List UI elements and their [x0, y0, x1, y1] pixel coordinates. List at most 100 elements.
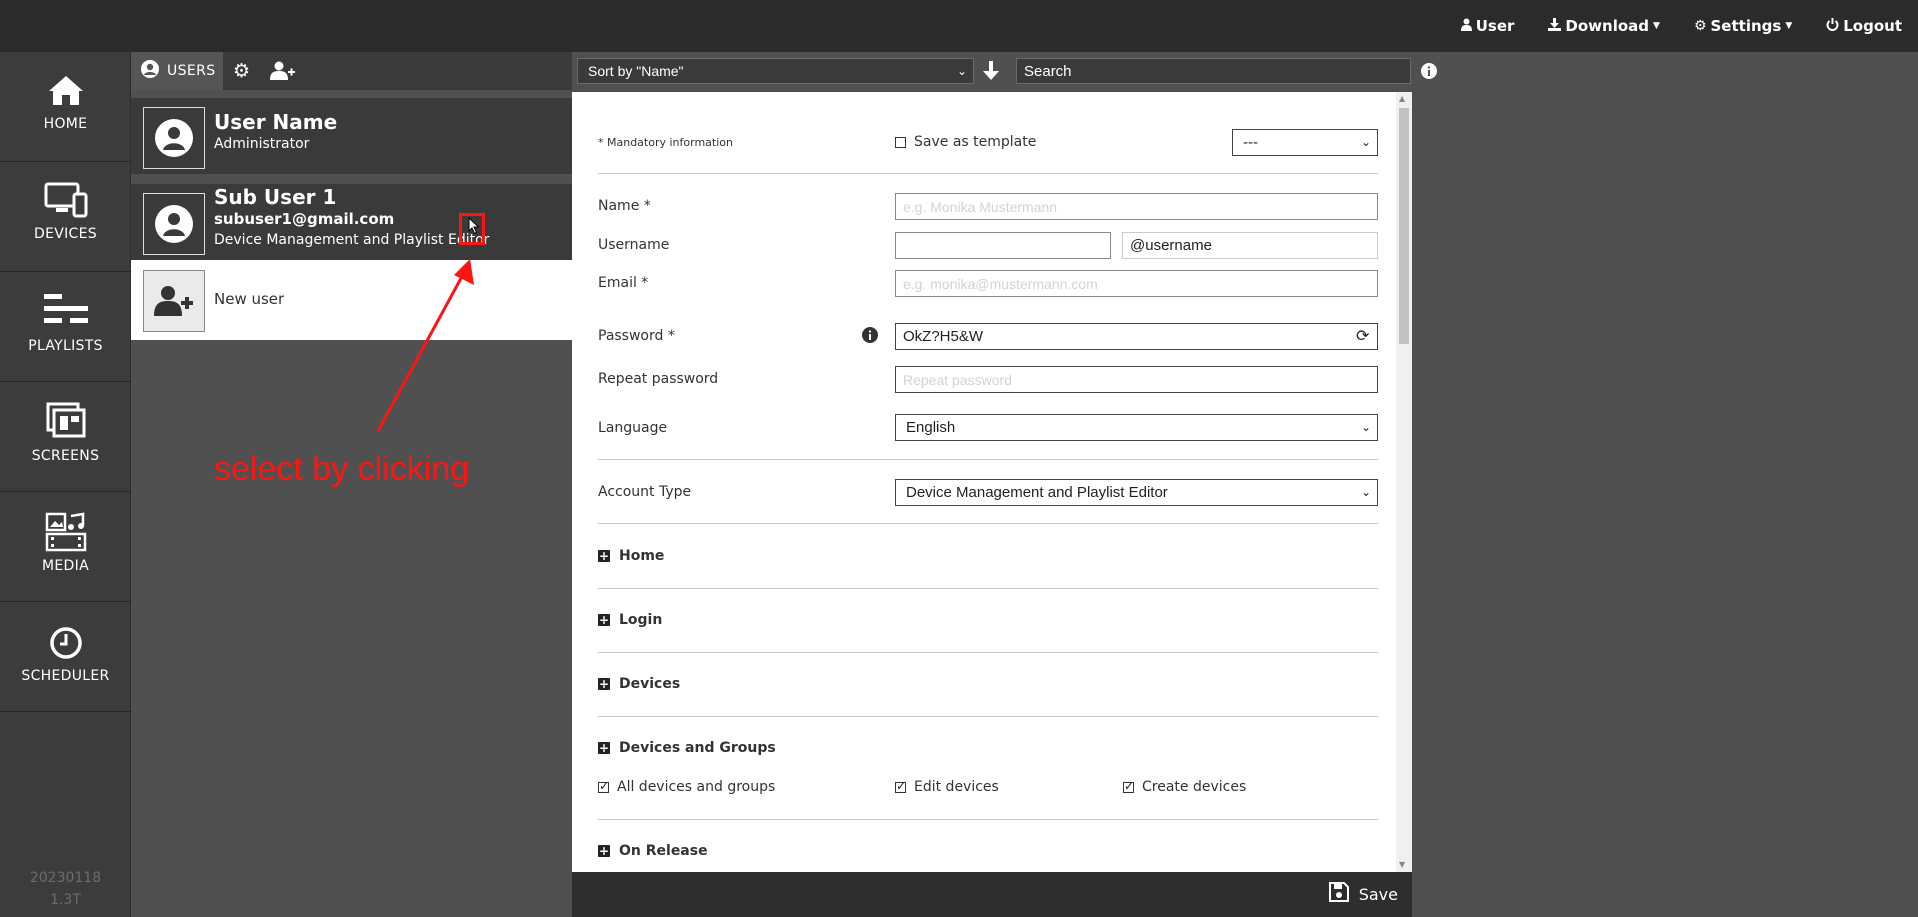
avatar: [143, 107, 205, 169]
template-select[interactable]: --- ⌄: [1232, 129, 1378, 156]
email-label: Email *: [598, 275, 649, 291]
sidebar-item-label: MEDIA: [42, 558, 89, 574]
top-bar: User Download ▼ ⚙ Settings ▼ Logout: [0, 0, 1918, 52]
settings-menu-label: Settings: [1710, 17, 1782, 35]
expand-plus-icon: +: [598, 613, 610, 627]
user-row-subuser[interactable]: Sub User 1 subuser1@gmail.com Device Man…: [131, 184, 572, 260]
sort-select[interactable]: Sort by "Name" ⌄: [577, 58, 974, 84]
user-role: Administrator: [214, 136, 310, 152]
settings-menu[interactable]: ⚙ Settings ▼: [1694, 17, 1792, 35]
caret-down-icon: ▼: [1653, 21, 1660, 31]
sidebar-item-devices[interactable]: DEVICES: [0, 162, 131, 272]
user-menu[interactable]: User: [1460, 17, 1514, 35]
section-devices-and-groups[interactable]: + Devices and Groups: [598, 740, 776, 756]
scroll-up-icon[interactable]: ▲: [1399, 94, 1405, 103]
power-icon: [1826, 17, 1839, 35]
sidebar-item-home[interactable]: HOME: [0, 52, 131, 162]
check-label: Edit devices: [914, 779, 999, 795]
divider: [598, 819, 1378, 820]
language-select-value: English: [906, 419, 956, 436]
section-label: Devices: [619, 676, 681, 692]
version-number: 1.3T: [50, 892, 81, 908]
main-sidebar: HOME DEVICES PLAYLISTS SCREENS MEDIA SCH…: [0, 52, 131, 917]
save-bar: Save: [572, 872, 1412, 917]
password-field[interactable]: [895, 323, 1378, 350]
form-scrollbar-thumb[interactable]: [1399, 108, 1409, 344]
chevron-down-icon: ⌄: [956, 64, 967, 78]
save-label: Save: [1358, 884, 1398, 904]
checkbox-checked[interactable]: [895, 779, 906, 793]
users-settings-gear-icon[interactable]: ⚙: [233, 61, 250, 81]
divider: [598, 523, 1378, 524]
user-name: Sub User 1: [214, 185, 337, 209]
name-field[interactable]: [895, 193, 1378, 220]
section-login[interactable]: + Login: [598, 612, 662, 628]
email-field[interactable]: [895, 270, 1378, 297]
sort-select-value: Sort by "Name": [588, 63, 684, 79]
save-template-checkbox[interactable]: Save as template: [895, 134, 1036, 150]
logout-button[interactable]: Logout: [1826, 17, 1902, 35]
password-label: Password *: [598, 328, 675, 344]
check-label: Create devices: [1142, 779, 1247, 795]
sort-direction-icon[interactable]: [982, 61, 1000, 85]
sidebar-item-scheduler[interactable]: SCHEDULER: [0, 602, 131, 712]
name-label: Name *: [598, 198, 651, 214]
sidebar-item-label: SCREENS: [31, 448, 100, 464]
scroll-down-icon[interactable]: ▼: [1399, 860, 1405, 869]
user-icon: [1460, 18, 1472, 35]
top-nav: User Download ▼ ⚙ Settings ▼ Logout: [1460, 0, 1902, 52]
check-all-devices-groups[interactable]: All devices and groups: [598, 779, 775, 795]
user-name: User Name: [214, 110, 338, 134]
add-user-icon[interactable]: [270, 61, 296, 85]
username-field[interactable]: [895, 232, 1111, 259]
add-user-avatar: [143, 270, 205, 332]
section-on-release[interactable]: + On Release: [598, 843, 708, 859]
section-home[interactable]: + Home: [598, 548, 664, 564]
cursor-icon: [468, 216, 480, 239]
avatar: [143, 193, 205, 255]
checkbox-checked[interactable]: [1123, 779, 1134, 793]
sidebar-item-playlists[interactable]: PLAYLISTS: [0, 272, 131, 382]
search-input[interactable]: [1016, 58, 1411, 84]
user-email: subuser1@gmail.com: [214, 210, 395, 228]
language-select[interactable]: English ⌄: [895, 414, 1378, 441]
divider: [598, 716, 1378, 717]
account-type-label: Account Type: [598, 484, 692, 500]
checkbox-checked[interactable]: [598, 779, 609, 793]
check-create-devices[interactable]: Create devices: [1123, 779, 1246, 795]
version-date: 20230118: [29, 870, 102, 886]
chevron-down-icon: ⌄: [1360, 135, 1371, 149]
divider: [598, 459, 1378, 460]
version-info: 20230118 1.3T: [0, 867, 131, 911]
account-type-value: Device Management and Playlist Editor: [906, 484, 1168, 501]
section-devices[interactable]: + Devices: [598, 676, 680, 692]
logout-label: Logout: [1843, 17, 1902, 35]
section-label: On Release: [619, 843, 708, 859]
info-icon[interactable]: [1421, 63, 1437, 83]
new-user-row[interactable]: New user: [131, 260, 572, 340]
user-circle-icon: [155, 205, 193, 243]
checkbox[interactable]: [895, 136, 906, 148]
info-icon[interactable]: [862, 327, 878, 347]
chevron-down-icon: ⌄: [1360, 485, 1371, 499]
repeat-password-field[interactable]: [895, 366, 1378, 393]
gear-icon: ⚙: [1693, 18, 1707, 34]
floppy-disk-icon: [1328, 882, 1349, 906]
divider: [598, 652, 1378, 653]
tab-users[interactable]: USERS: [131, 52, 223, 90]
chevron-down-icon: ⌄: [1360, 420, 1371, 434]
account-type-select[interactable]: Device Management and Playlist Editor ⌄: [895, 479, 1378, 506]
check-edit-devices[interactable]: Edit devices: [895, 779, 999, 795]
check-label: All devices and groups: [617, 779, 776, 795]
section-label: Login: [619, 612, 663, 628]
download-menu-label: Download: [1565, 17, 1650, 35]
expand-plus-icon: +: [598, 741, 610, 755]
annotation-arrow: [376, 259, 474, 432]
save-button[interactable]: Save: [1328, 882, 1398, 906]
user-row-admin[interactable]: User Name Administrator: [131, 98, 572, 174]
download-menu[interactable]: Download ▼: [1548, 17, 1660, 35]
sidebar-item-screens[interactable]: SCREENS: [0, 382, 131, 492]
refresh-icon[interactable]: ⟳: [1356, 326, 1369, 345]
sidebar-item-media[interactable]: MEDIA: [0, 492, 131, 602]
playlists-icon: [0, 294, 131, 328]
